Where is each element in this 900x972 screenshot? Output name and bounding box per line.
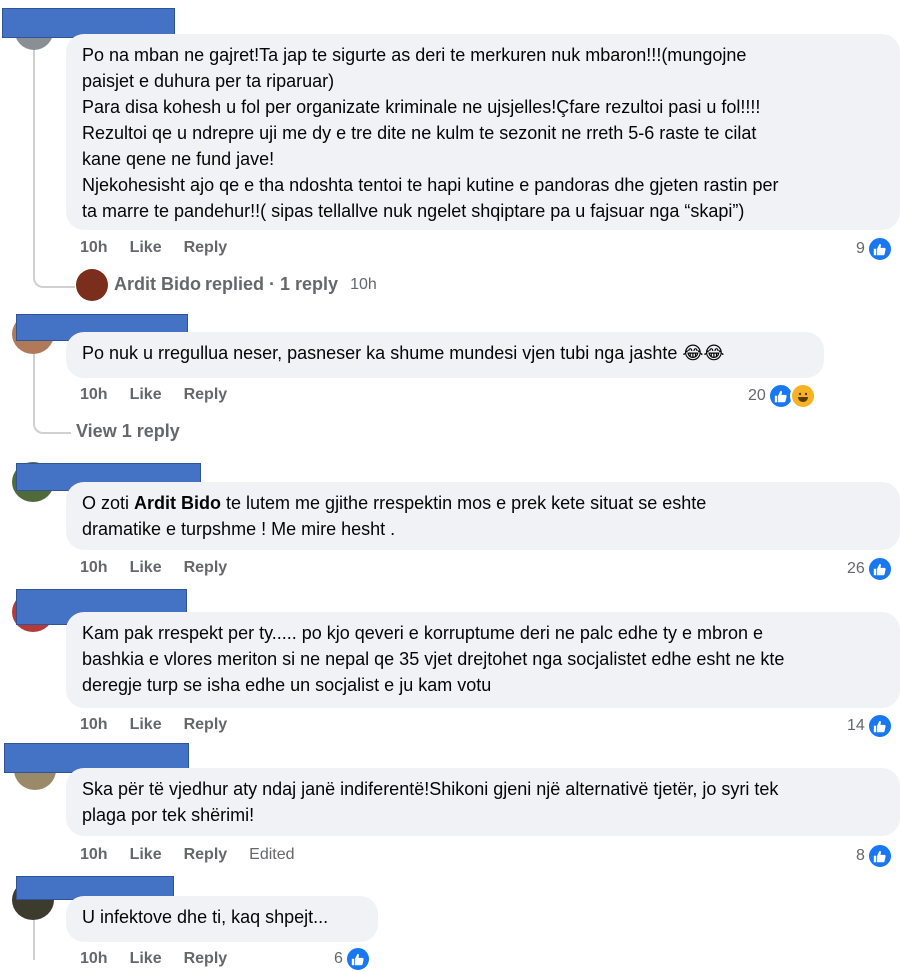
comment-text: dramatike e turpshme ! Me mire hesht . [82, 519, 396, 539]
timestamp[interactable]: 10h [80, 386, 108, 404]
timestamp[interactable]: 10h [80, 716, 108, 734]
like-icon [866, 843, 893, 869]
like-button[interactable]: Like [130, 846, 162, 864]
reaction-summary[interactable]: 6 [334, 946, 371, 972]
comment-text: plaga por tek shërimi! [82, 805, 255, 825]
comment-actions: 10h Like Reply [80, 239, 249, 257]
comment-text: Po na mban ne gajret!Ta jap te sigurte a… [82, 45, 747, 65]
comment-bubble: U infektove dhe ti, kaq shpejt... [66, 896, 378, 942]
timestamp[interactable]: 10h [80, 846, 108, 864]
thread-curve [33, 412, 71, 434]
comment-text: U infektove dhe ti, kaq shpejt... [82, 907, 329, 927]
reaction-count: 14 [847, 717, 865, 734]
edited-label: Edited [249, 846, 295, 863]
like-button[interactable]: Like [130, 386, 162, 404]
comment-bubble: Po na mban ne gajret!Ta jap te sigurte a… [66, 34, 900, 230]
reply-action: replied · 1 reply [205, 274, 339, 294]
comment-text-post: te lutem me gjithe rrespektin mos e prek… [221, 493, 707, 513]
comment-text: Ska për të vjedhur aty ndaj janë indifer… [82, 779, 779, 799]
comment-actions: 10h Like Reply Edited [80, 846, 317, 864]
reply-button[interactable]: Reply [184, 846, 228, 864]
reaction-summary[interactable]: 26 [847, 556, 893, 582]
reply-button[interactable]: Reply [184, 239, 228, 257]
like-icon [866, 713, 893, 739]
reaction-summary[interactable]: 20 [748, 383, 816, 409]
comment-text: Para disa kohesh u fol per organizate kr… [82, 97, 761, 117]
comment-bubble: Po nuk u rregullua neser, pasneser ka sh… [66, 332, 824, 378]
like-button[interactable]: Like [130, 239, 162, 257]
reaction-summary[interactable]: 14 [847, 713, 893, 739]
reply-button[interactable]: Reply [184, 950, 228, 968]
haha-icon [789, 383, 816, 409]
comment-bubble: Ska për të vjedhur aty ndaj janë indifer… [66, 768, 900, 836]
comment-text: O zoti Ardit Bido te lutem me gjithe rre… [82, 490, 886, 516]
reaction-count: 9 [856, 240, 865, 257]
comment-text: Kam pak rrespekt per ty..... po kjo qeve… [82, 623, 764, 643]
reaction-summary[interactable]: 9 [856, 236, 893, 262]
reply-author: Ardit Bido [114, 274, 201, 294]
comment-actions: 10h Like Reply [80, 716, 249, 734]
view-reply-link[interactable]: View 1 reply [76, 421, 180, 442]
avatar[interactable] [76, 269, 108, 301]
comment-text: deregje turp se isha edhe un socjalist e… [82, 675, 492, 695]
mention-link[interactable]: Ardit Bido [134, 493, 221, 513]
reaction-summary[interactable]: 8 [856, 843, 893, 869]
like-button[interactable]: Like [130, 559, 162, 577]
like-button[interactable]: Like [130, 950, 162, 968]
reply-button[interactable]: Reply [184, 386, 228, 404]
comment-text: paisjet e duhura per ta riparuar) [82, 71, 335, 91]
reaction-count: 6 [334, 950, 343, 967]
like-button[interactable]: Like [130, 716, 162, 734]
comment-text: Po nuk u rregullua neser, pasneser ka sh… [82, 343, 725, 363]
like-icon [866, 556, 893, 582]
view-reply-label: View 1 reply [76, 421, 180, 441]
comment-text: bashkia e vlores meriton si ne nepal qe … [82, 649, 785, 669]
thread-curve [33, 262, 75, 288]
like-icon [866, 236, 893, 262]
comment-bubble: Kam pak rrespekt per ty..... po kjo qeve… [66, 612, 900, 708]
timestamp[interactable]: 10h [80, 950, 108, 968]
comment-actions: 10h Like Reply [80, 386, 249, 404]
comment-actions: 10h Like Reply [80, 559, 249, 577]
comment-text: Njekohesisht ajo qe e tha ndoshta tentoi… [82, 175, 779, 195]
comment-text: Rezultoi qe u ndrepre uji me dy e tre di… [82, 123, 757, 143]
timestamp[interactable]: 10h [80, 239, 108, 257]
reply-button[interactable]: Reply [184, 559, 228, 577]
comment-text: ta marre te pandehur!!( sipas tellallve … [82, 201, 745, 221]
comment-actions: 10h Like Reply [80, 950, 249, 968]
comment-bubble: O zoti Ardit Bido te lutem me gjithe rre… [66, 482, 900, 550]
reply-button[interactable]: Reply [184, 716, 228, 734]
timestamp[interactable]: 10h [80, 559, 108, 577]
comment-text-pre: O zoti [82, 493, 135, 513]
reaction-count: 8 [856, 847, 865, 864]
comment-text: kane qene ne fund jave! [82, 149, 275, 169]
like-icon [344, 946, 371, 972]
reply-time: 10h [350, 275, 377, 293]
reaction-count: 26 [847, 560, 865, 577]
reaction-count: 20 [748, 387, 766, 404]
thread-line [33, 920, 35, 960]
thread-line [33, 350, 35, 418]
thread-line [33, 40, 35, 272]
view-replies-link[interactable]: Ardit Bido replied · 1 reply 10h [114, 274, 377, 295]
